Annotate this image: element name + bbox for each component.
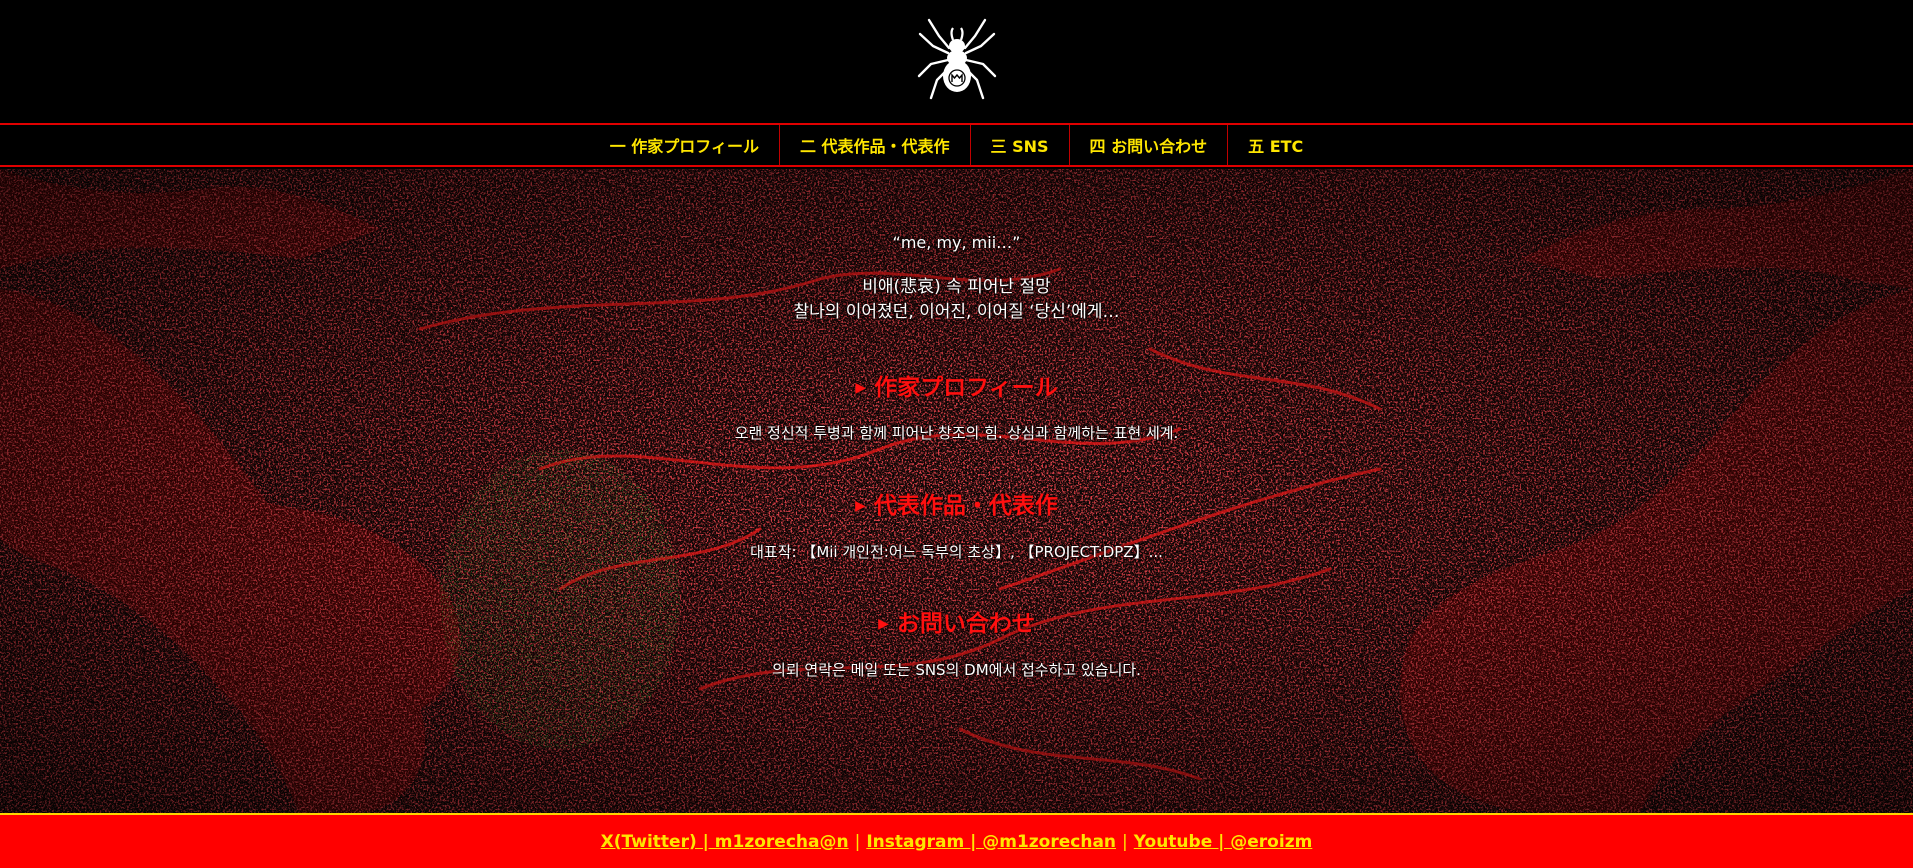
triangle-right-icon: ▶ [878, 616, 889, 632]
intro-line: 찰나의 이어졌던, 이어진, 이어질 ‘당신’에게… [793, 302, 1120, 322]
nav-item-profile[interactable]: 一 作家プロフィール [590, 125, 779, 165]
tagline: “me, my, mii…” [892, 233, 1021, 252]
footer-separator: | [854, 831, 861, 852]
intro-line: 비애(悲哀) 속 피어난 절망 [862, 277, 1051, 297]
nav-item-sns[interactable]: 三 SNS [971, 125, 1069, 165]
section-title-works[interactable]: ▶ 代表作品・代表作 [0, 486, 1913, 520]
nav-item-etc[interactable]: 五 ETC [1228, 125, 1323, 165]
spider-logo-icon[interactable] [917, 18, 997, 104]
section-title-contact[interactable]: ▶ お問い合わせ [0, 604, 1913, 638]
section-title-text: 作家プロフィール [874, 375, 1058, 401]
page: 一 作家プロフィール 二 代表作品・代表作 三 SNS 四 お問い合わせ 五 E… [0, 0, 1913, 868]
section-text-works: 대표작: 【Mii 개인전:어느 독부의 초상】, 【PROJECT:DPZ】.… [750, 543, 1163, 561]
triangle-right-icon: ▶ [855, 380, 867, 396]
section-title-profile[interactable]: ▶ 作家プロフィール [0, 368, 1913, 402]
intro-text: 비애(悲哀) 속 피어난 절망 찰나의 이어졌던, 이어진, 이어질 ‘당신’에… [0, 275, 1913, 325]
main-nav: 一 作家プロフィール 二 代表作品・代表作 三 SNS 四 お問い合わせ 五 E… [0, 123, 1913, 167]
section-title-text: 代表作品・代表作 [873, 493, 1058, 519]
instagram-link[interactable]: Instagram | @m1zorechan [866, 832, 1116, 852]
section-title-text: お問い合わせ [896, 611, 1035, 637]
section-text-contact: 의뢰 연락은 메일 또는 SNS의 DM에서 접수하고 있습니다. [772, 661, 1141, 679]
section-text-profile: 오랜 정신적 투병과 함께 피어난 창조의 힘. 상심과 함께하는 표현 세계. [734, 424, 1179, 442]
footer-separator: | [1122, 831, 1128, 852]
main-content: “me, my, mii…” 비애(悲哀) 속 피어난 절망 찰나의 이어졌던,… [0, 169, 1913, 813]
logo-header [0, 0, 1913, 122]
youtube-link[interactable]: Youtube | @eroizm [1134, 832, 1313, 852]
footer: X(Twitter) | m1zorecha@n | Instagram | @… [0, 813, 1913, 868]
content-overlay: “me, my, mii…” 비애(悲哀) 속 피어난 절망 찰나의 이어졌던,… [0, 169, 1913, 813]
nav-item-works[interactable]: 二 代表作品・代表作 [780, 125, 970, 165]
twitter-link[interactable]: X(Twitter) | m1zorecha@n [601, 832, 849, 852]
nav-item-contact[interactable]: 四 お問い合わせ [1070, 125, 1228, 165]
triangle-right-icon: ▶ [855, 498, 866, 514]
